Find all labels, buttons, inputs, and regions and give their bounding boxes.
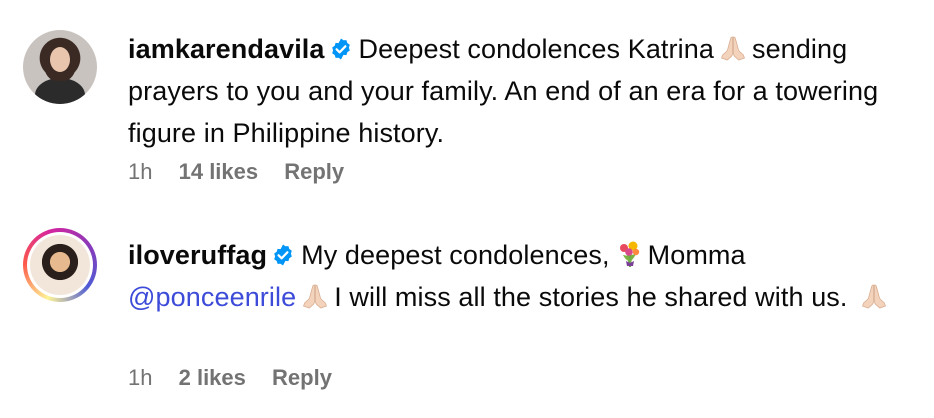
comment-body-part: Momma <box>647 240 746 270</box>
username[interactable]: iloveruffag <box>128 240 267 270</box>
verified-badge-icon <box>274 244 292 266</box>
timestamp: 1h <box>128 365 153 390</box>
reply-button[interactable]: Reply <box>284 159 344 184</box>
comment-text: iloveruffag My deepest condolences, Momm… <box>128 234 918 318</box>
comment-body-part: Deepest condolences Katrina <box>358 34 714 64</box>
comment-body-part: My deepest condolences, <box>301 240 610 270</box>
folded-hands-emoji <box>303 284 328 309</box>
comment-text: iamkarendavila Deepest condolences Katri… <box>128 28 918 154</box>
verified-badge-icon <box>331 38 350 60</box>
bouquet-emoji <box>619 241 639 267</box>
timestamp: 1h <box>128 159 153 184</box>
avatar[interactable] <box>23 30 97 104</box>
username[interactable]: iamkarendavila <box>128 34 325 64</box>
mention-link[interactable]: @ponceenrile <box>128 282 296 312</box>
comment-meta: 1h 14 likes Reply <box>128 159 364 185</box>
comment-meta: 1h 2 likes Reply <box>128 365 352 391</box>
reply-button[interactable]: Reply <box>272 365 332 390</box>
folded-hands-emoji <box>862 284 887 309</box>
folded-hands-emoji <box>720 36 745 61</box>
avatar[interactable] <box>23 228 97 302</box>
likes-count[interactable]: 14 likes <box>179 159 259 184</box>
comment-body-part: I will miss all the stories he shared wi… <box>334 282 848 312</box>
likes-count[interactable]: 2 likes <box>179 365 246 390</box>
